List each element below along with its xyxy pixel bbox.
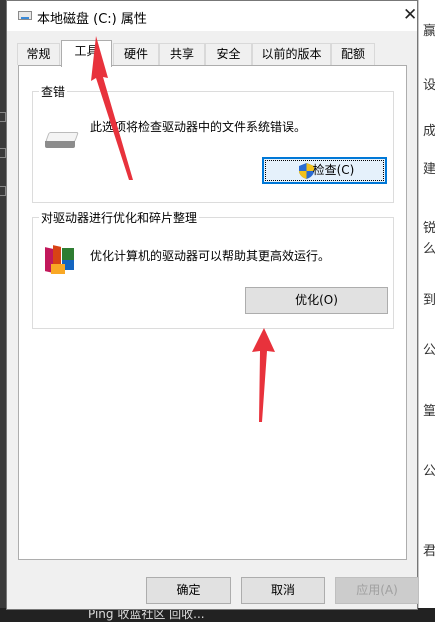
ok-button[interactable]: 确定 bbox=[146, 577, 231, 604]
tab-sharing[interactable]: 共享 bbox=[159, 43, 205, 65]
error-checking-title: 查错 bbox=[39, 83, 68, 100]
properties-dialog: 本地磁盘 (C:) 属性 ✕ 常规 工具 硬件 共享 安全 以前的版本 配额 查… bbox=[6, 0, 419, 610]
background-text: 建 bbox=[423, 162, 435, 177]
tab-quota[interactable]: 配额 bbox=[331, 43, 375, 65]
shield-icon bbox=[299, 163, 314, 179]
defrag-icon bbox=[45, 244, 79, 276]
annotation-arrow-up-left bbox=[91, 36, 133, 180]
background-text: 到 bbox=[423, 293, 435, 308]
hard-drive-icon bbox=[45, 132, 79, 150]
drive-icon bbox=[18, 11, 32, 20]
tab-previous-versions[interactable]: 以前的版本 bbox=[252, 43, 331, 65]
background-text: 么 bbox=[423, 242, 435, 257]
optimize-group: 对驱动器进行优化和碎片整理 优化计算机的驱动器可以帮助其更高效运行。 优化(O) bbox=[32, 209, 394, 329]
close-icon[interactable]: ✕ bbox=[403, 6, 417, 24]
background-right-strip: 赢 设 成 建 锐 么 到 公 篁 公 君 bbox=[418, 0, 435, 622]
background-text: 君 bbox=[423, 544, 435, 559]
optimize-title: 对驱动器进行优化和碎片整理 bbox=[39, 209, 200, 226]
optimize-button[interactable]: 优化(O) bbox=[245, 287, 388, 314]
background-text: 成 bbox=[423, 124, 435, 139]
background-text: 设 bbox=[423, 78, 435, 93]
annotation-arrow-up bbox=[252, 328, 275, 422]
window-title: 本地磁盘 (C:) 属性 bbox=[37, 12, 147, 27]
check-button-label: 检查(C) bbox=[312, 163, 355, 177]
apply-button[interactable]: 应用(A) bbox=[335, 577, 419, 604]
background-taskbar-strip: Ping 收蓝社区 回收... bbox=[0, 608, 435, 622]
check-button[interactable]: 检查(C) bbox=[262, 157, 387, 184]
background-text: 公 bbox=[423, 464, 435, 479]
background-text: 篁 bbox=[423, 404, 435, 419]
optimize-description: 优化计算机的驱动器可以帮助其更高效运行。 bbox=[90, 249, 331, 263]
cancel-button[interactable]: 取消 bbox=[241, 577, 325, 604]
background-text: 赢 bbox=[423, 24, 435, 39]
tab-security[interactable]: 安全 bbox=[205, 43, 252, 65]
tab-general[interactable]: 常规 bbox=[17, 43, 60, 65]
background-text: 公 bbox=[423, 343, 435, 358]
background-text: 锐 bbox=[423, 221, 435, 236]
tools-tab-panel: 查错 此选项将检查驱动器中的文件系统错误。 检查(C) 对驱动器进行优化和碎片整… bbox=[18, 65, 407, 560]
background-bottom-text: Ping 收蓝社区 回收... bbox=[88, 608, 205, 621]
title-bar[interactable]: 本地磁盘 (C:) 属性 ✕ bbox=[7, 1, 417, 31]
